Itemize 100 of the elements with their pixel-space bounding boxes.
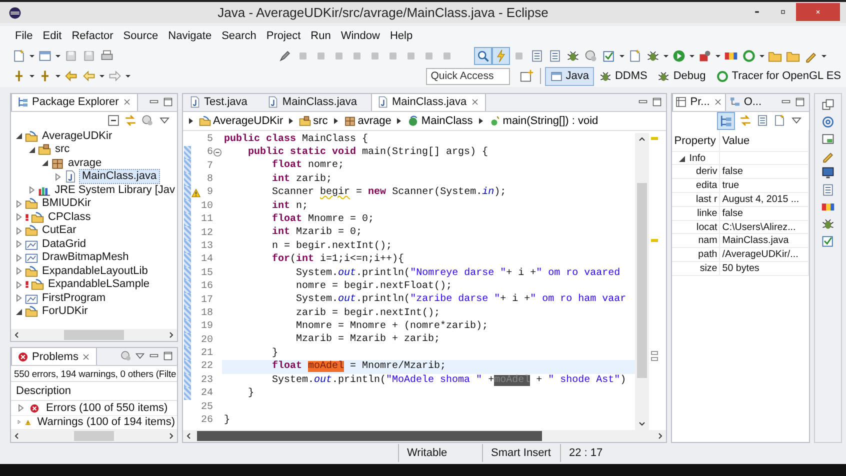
scroll-right-icon[interactable] (167, 331, 175, 340)
breadcrumb-item[interactable]: main(String[]) : void (488, 114, 600, 127)
expanded-arrow-icon[interactable] (15, 132, 23, 140)
editor-tab[interactable]: Test.java (183, 94, 254, 111)
dropdown-caret-icon[interactable] (662, 52, 670, 60)
collapsed-arrow-icon[interactable] (15, 254, 23, 262)
menu-item[interactable]: Help (384, 28, 418, 44)
dropdown-caret-icon[interactable] (714, 52, 722, 60)
breadcrumb-item[interactable]: MainClass (406, 114, 474, 127)
perspective-button[interactable]: Tracer for OpenGL ES (710, 66, 846, 86)
breadcrumb-item[interactable]: src (298, 114, 329, 127)
expanded-arrow-icon[interactable] (41, 159, 49, 168)
scroll-left-icon[interactable] (13, 331, 21, 340)
view-tab[interactable]: Pr... (672, 94, 726, 111)
perspective-button[interactable]: DDMS (594, 66, 652, 86)
scroll-right-icon[interactable] (656, 432, 664, 440)
tree-item[interactable]: ForUDKir (40, 305, 90, 318)
dropdown-caret-icon[interactable] (54, 72, 62, 80)
tree-item[interactable]: ExpandableLayoutLib (40, 264, 150, 278)
menu-item[interactable]: Window (336, 28, 385, 44)
problem-group[interactable]: Errors (100 of 550 items) (44, 402, 170, 415)
close-icon[interactable] (122, 97, 132, 108)
collapsed-arrow-icon[interactable] (15, 200, 23, 208)
view-tab[interactable]: Problems (11, 348, 98, 366)
toolbar-button[interactable] (474, 47, 492, 66)
perspective-button[interactable]: Java (544, 66, 594, 86)
maximize-icon[interactable] (651, 96, 664, 108)
scroll-thumb[interactable] (197, 430, 542, 441)
scroll-down-icon[interactable] (638, 420, 646, 428)
menu-item[interactable]: Source (118, 28, 164, 44)
view-tab[interactable]: O... (726, 94, 765, 111)
collapse-all-icon[interactable] (107, 114, 120, 128)
horizontal-scrollbar[interactable] (11, 329, 177, 342)
horizontal-scrollbar[interactable] (183, 430, 666, 442)
collapsed-arrow-icon[interactable] (15, 226, 23, 235)
menu-item[interactable]: Refactor (66, 28, 118, 44)
maximize-icon[interactable] (794, 96, 806, 108)
scroll-up-icon[interactable] (638, 134, 646, 143)
view-tab[interactable]: Package Explorer (11, 94, 138, 111)
dropdown-caret-icon[interactable] (28, 72, 36, 80)
checkbox-icon[interactable] (821, 234, 835, 248)
column-header[interactable]: Value (720, 130, 810, 152)
tree-item[interactable]: ExpandableLSample (46, 278, 152, 292)
expanded-arrow-icon[interactable] (678, 154, 686, 163)
dropdown-caret-icon[interactable] (688, 52, 696, 60)
close-icon[interactable] (81, 352, 92, 362)
collapsed-arrow-icon[interactable] (15, 280, 23, 289)
dropdown-caret-icon[interactable] (54, 52, 62, 60)
menu-item[interactable]: Edit (38, 28, 67, 44)
bug-icon[interactable] (821, 216, 835, 231)
scroll-right-icon[interactable] (167, 432, 175, 440)
tree-item[interactable]: src (53, 143, 72, 156)
breadcrumb-item[interactable]: avrage (342, 114, 392, 127)
toolbar-button[interactable] (717, 112, 736, 130)
maximize-icon[interactable] (162, 350, 174, 362)
menu-item[interactable]: Search (216, 28, 262, 44)
scroll-thumb[interactable] (637, 182, 647, 378)
dropdown-caret-icon[interactable] (618, 52, 626, 60)
tree-item[interactable]: DataGrid (40, 238, 88, 251)
perspective-button[interactable]: Debug (652, 66, 711, 86)
editor-tab[interactable]: MainClass.java (261, 94, 364, 111)
maximize-icon[interactable] (162, 96, 174, 108)
column-header[interactable]: Description (11, 382, 177, 402)
tree-item[interactable]: FirstProgram (40, 292, 108, 305)
tree-item[interactable]: avrage (66, 156, 104, 170)
collapsed-arrow-icon[interactable] (15, 240, 23, 248)
column-header[interactable]: Property (672, 130, 720, 152)
dropdown-caret-icon[interactable] (758, 52, 766, 60)
collapsed-arrow-icon[interactable] (54, 172, 62, 181)
tree-item[interactable]: CutEar (40, 224, 78, 238)
monitor-icon[interactable] (821, 166, 835, 180)
scroll-thumb[interactable] (74, 430, 114, 441)
app-icon[interactable] (8, 6, 22, 20)
close-button[interactable] (796, 2, 840, 21)
list-icon[interactable] (821, 182, 835, 197)
file-icon[interactable] (773, 114, 786, 128)
dropdown-caret-icon[interactable] (28, 52, 36, 60)
collapsed-arrow-icon[interactable] (17, 418, 22, 426)
console-icon[interactable] (821, 132, 835, 146)
dropdown-caret-icon[interactable] (98, 72, 106, 80)
collapsed-arrow-icon[interactable] (15, 294, 23, 302)
at-sign-icon[interactable] (821, 114, 835, 129)
breadcrumb-item[interactable]: AverageUDKir (198, 114, 284, 127)
collapsed-arrow-icon[interactable] (17, 404, 25, 412)
vertical-scrollbar[interactable] (635, 132, 649, 430)
menu-item[interactable]: File (10, 28, 38, 44)
close-icon[interactable] (470, 97, 480, 108)
tree-item[interactable]: DrawBitmapMesh (40, 251, 131, 264)
dropdown-caret-icon[interactable] (820, 52, 828, 60)
problem-group[interactable]: Warnings (100 of 194 items) (35, 416, 177, 429)
fold-minus-icon[interactable] (213, 148, 222, 158)
horizontal-scrollbar[interactable] (11, 430, 177, 442)
expanded-arrow-icon[interactable] (15, 308, 23, 316)
tree-item[interactable]: JRE System Library [Jav (52, 184, 177, 197)
restore-icon[interactable] (821, 98, 835, 112)
menu-item[interactable]: Navigate (163, 28, 217, 44)
property-group[interactable]: Info (689, 152, 706, 166)
menu-item[interactable]: Project (261, 28, 306, 44)
quick-access-field[interactable]: Quick Access (426, 68, 510, 85)
menu-item[interactable]: Run (306, 28, 336, 44)
